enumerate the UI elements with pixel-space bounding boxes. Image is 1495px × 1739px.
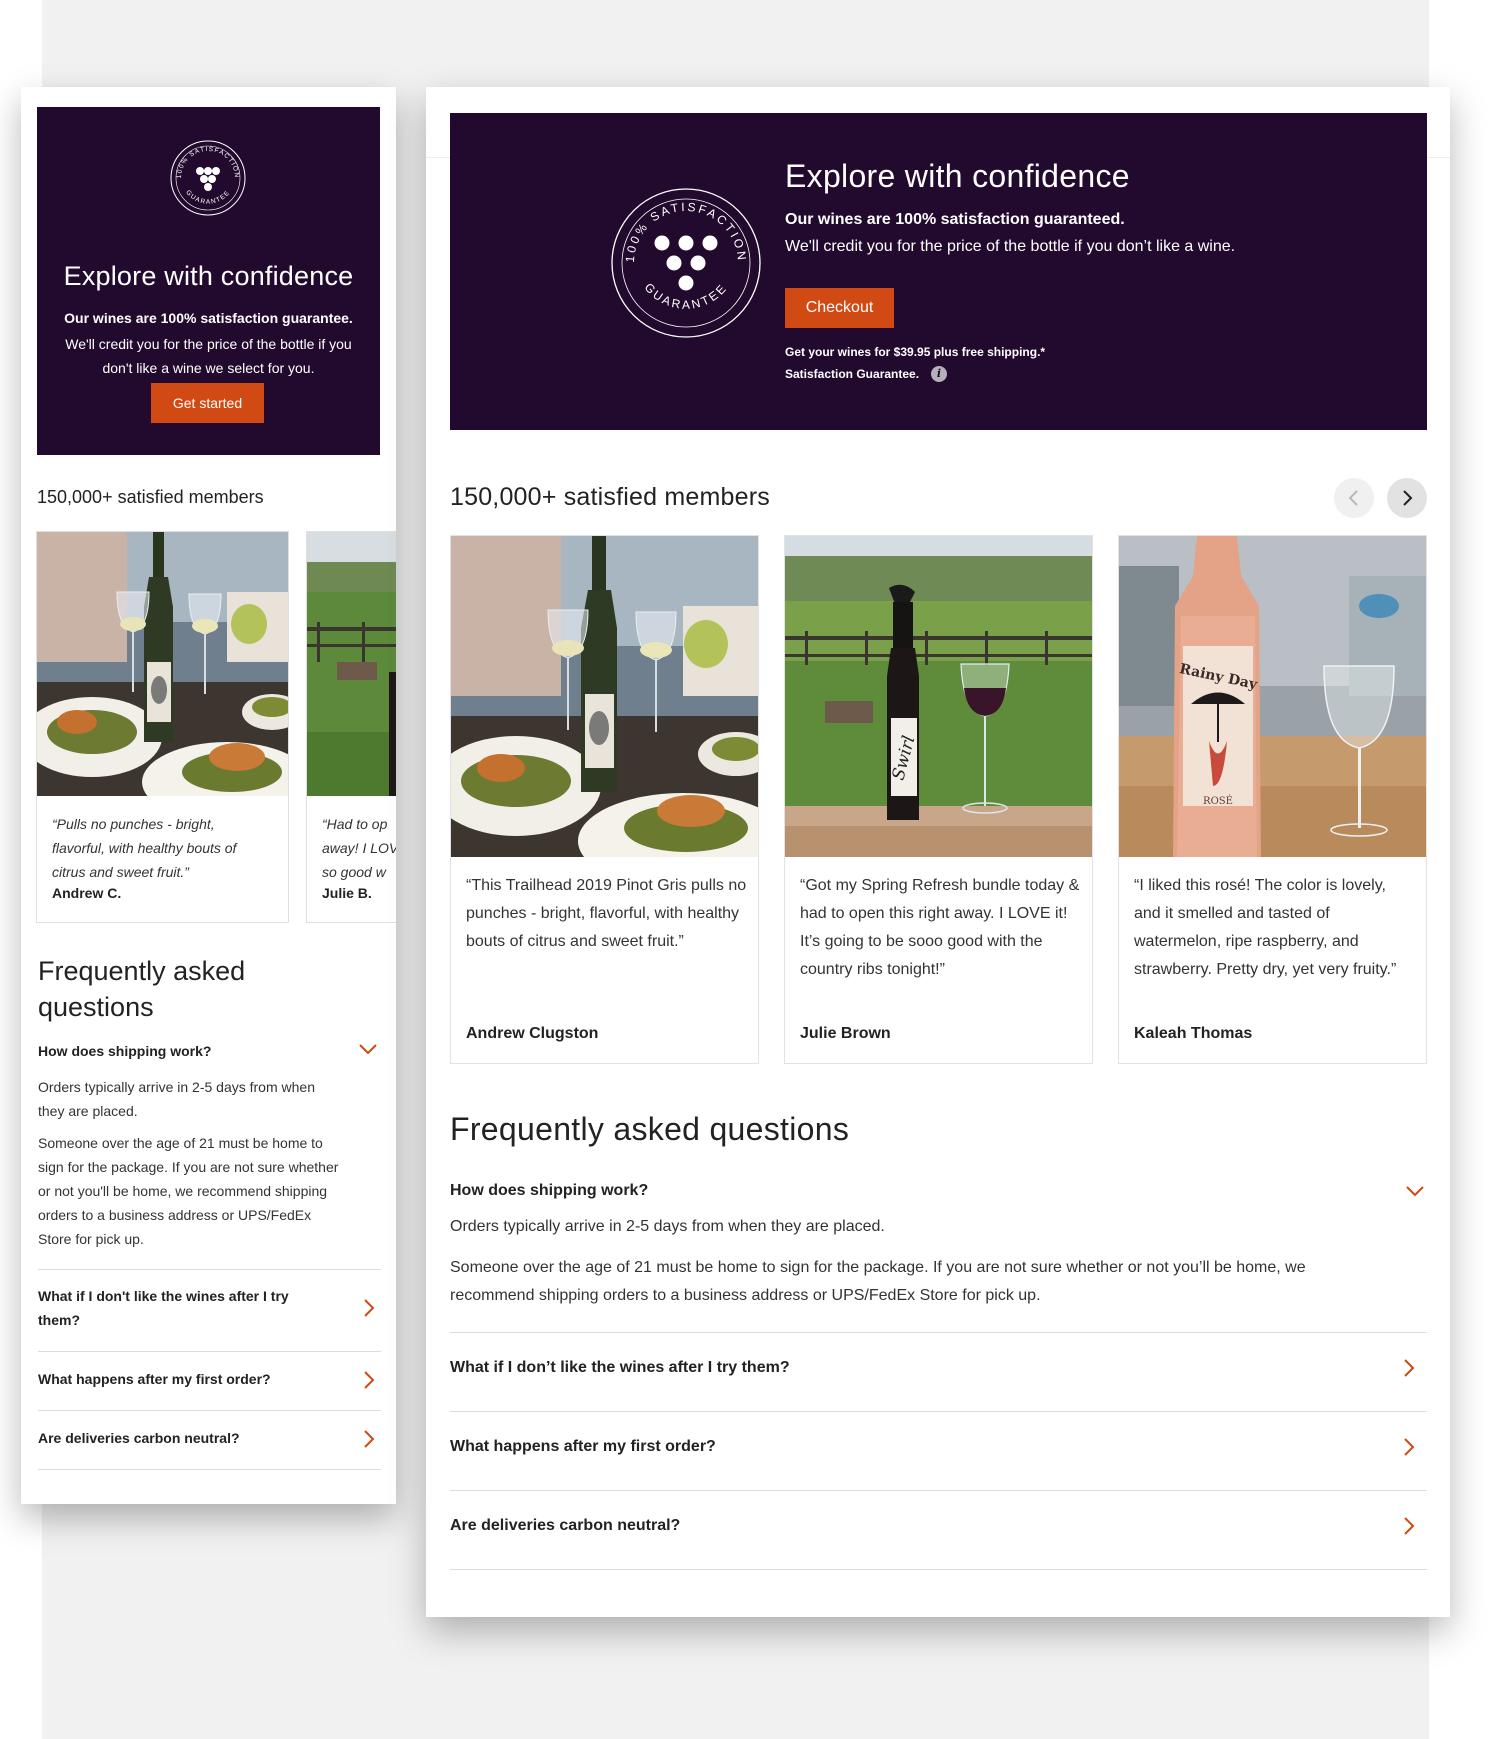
testimonial-quote: “Pulls no punches - bright, flavorful, w… — [52, 816, 237, 880]
testimonial-card[interactable]: Swirl “Got my Spring Refresh bundle toda… — [784, 535, 1093, 1064]
divider — [450, 1490, 1427, 1491]
faq-title: Frequently asked questions — [38, 956, 246, 1022]
carousel-next-button[interactable] — [1387, 478, 1427, 518]
testimonial-author: Andrew Clugston — [466, 1025, 599, 1042]
testimonial-author: Julie Brown — [800, 1025, 891, 1042]
chevron-left-icon — [1348, 490, 1358, 506]
testimonial-photo-dinner — [37, 532, 288, 796]
testimonial-card[interactable]: Rainy Day ROSÉ “I liked this rosé! The c… — [1118, 535, 1427, 1064]
testimonial-quote: “I liked this rosé! The color is lovely,… — [1134, 877, 1397, 978]
faq-item[interactable]: What if I don’t like the wines after I t… — [450, 1355, 1427, 1383]
divider — [450, 1569, 1427, 1570]
faq-item[interactable]: What if I don't like the wines after I t… — [38, 1284, 381, 1332]
desktop-view: 100% SATISFACTION GUARANTEE Explore with… — [426, 87, 1450, 1617]
satisfaction-seal-icon: 100% SATISFACTION GUARANTEE — [168, 138, 248, 218]
testimonial-card[interactable]: “Had to op away! I LOV so good w Julie B… — [306, 531, 396, 923]
hero-title: Explore with confidence — [785, 158, 1130, 194]
testimonial-photo-field — [307, 532, 396, 796]
faq-answer: Someone over the age of 21 must be home … — [450, 1259, 1306, 1304]
svg-text:100% SATISFACTION: 100% SATISFACTION — [623, 200, 749, 263]
testimonial-photo-dinner — [451, 536, 758, 857]
hero-body-text: We'll credit you for the price of the bo… — [65, 336, 352, 376]
faq-question: What if I don't like the wines after I t… — [38, 1288, 289, 1328]
faq-question-expanded[interactable]: How does shipping work? — [450, 1182, 648, 1200]
checkout-button[interactable]: Checkout — [785, 288, 894, 328]
chevron-right-icon — [363, 1370, 375, 1390]
divider — [38, 1269, 381, 1270]
faq-answer: Orders typically arrive in 2-5 days from… — [38, 1079, 315, 1119]
hero-body-text: We'll credit you for the price of the bo… — [785, 238, 1236, 255]
testimonial-author: Kaleah Thomas — [1134, 1025, 1253, 1042]
mobile-view: 100% SATISFACTION GUARANTEE Explore with… — [21, 87, 396, 1504]
chevron-right-icon — [1403, 1516, 1415, 1536]
members-heading: 150,000+ satisfied members — [450, 483, 770, 511]
seal-text-top: 100% SATISFACTION — [623, 200, 747, 263]
chevron-right-icon — [363, 1429, 375, 1449]
chevron-right-icon — [1403, 1358, 1415, 1378]
chevron-right-icon — [1403, 490, 1413, 506]
divider — [38, 1410, 381, 1411]
carousel-prev-button[interactable] — [1334, 478, 1374, 518]
hero-banner: 100% SATISFACTION GUARANTEE Explore with… — [450, 113, 1427, 430]
chevron-right-icon — [1403, 1437, 1415, 1457]
members-heading: 150,000+ satisfied members — [37, 487, 264, 507]
faq-item[interactable]: What happens after my first order? — [450, 1434, 1427, 1462]
testimonial-quote: “Got my Spring Refresh bundle today & ha… — [800, 877, 1080, 978]
hero-guarantee-text: Our wines are 100% satisfaction guarante… — [785, 211, 1125, 228]
seal-text-bottom: GUARANTEE — [184, 189, 230, 206]
testimonial-author: Andrew C. — [52, 885, 122, 901]
hero-title: Explore with confidence — [63, 261, 354, 291]
guarantee-note: Satisfaction Guarantee. — [785, 367, 920, 381]
testimonial-photo-field: Swirl — [785, 536, 1092, 857]
faq-question: Are deliveries carbon neutral? — [450, 1517, 681, 1534]
faq-item[interactable]: Are deliveries carbon neutral? — [38, 1426, 381, 1450]
price-note: Get your wines for $39.95 plus free ship… — [785, 345, 1046, 359]
divider — [38, 1469, 381, 1470]
chevron-down-icon[interactable] — [359, 1043, 377, 1055]
faq-question: Are deliveries carbon neutral? — [38, 1430, 240, 1446]
hero-banner: 100% SATISFACTION GUARANTEE Explore with… — [37, 107, 380, 455]
info-icon[interactable]: i — [931, 366, 947, 382]
testimonial-card[interactable]: “This Trailhead 2019 Pinot Gris pulls no… — [450, 535, 759, 1064]
testimonial-card[interactable]: “Pulls no punches - bright, flavorful, w… — [36, 531, 289, 923]
faq-question: What if I don’t like the wines after I t… — [450, 1359, 790, 1376]
divider — [38, 1351, 381, 1352]
divider — [450, 1411, 1427, 1412]
testimonial-quote: “This Trailhead 2019 Pinot Gris pulls no… — [466, 877, 747, 950]
testimonial-quote: “Had to op away! I LOV so good w — [322, 816, 396, 880]
testimonial-photo-rose: Rainy Day ROSÉ — [1119, 536, 1426, 857]
faq-title: Frequently asked questions — [450, 1111, 850, 1147]
faq-answer: Someone over the age of 21 must be home … — [38, 1135, 339, 1247]
faq-question: What happens after my first order? — [38, 1371, 271, 1387]
svg-text:GUARANTEE: GUARANTEE — [184, 189, 231, 206]
chevron-down-icon[interactable] — [1406, 1185, 1424, 1197]
faq-question: What happens after my first order? — [450, 1438, 716, 1455]
testimonial-author: Julie B. — [322, 885, 372, 901]
chevron-right-icon — [363, 1298, 375, 1318]
faq-item[interactable]: Are deliveries carbon neutral? — [450, 1513, 1427, 1541]
hero-guarantee-text: Our wines are 100% satisfaction guarante… — [64, 310, 353, 326]
divider — [450, 1332, 1427, 1333]
bottle-label-rose: ROSÉ — [1203, 795, 1233, 807]
faq-question-expanded[interactable]: How does shipping work? — [38, 1043, 211, 1059]
faq-item[interactable]: What happens after my first order? — [38, 1367, 381, 1391]
get-started-button[interactable]: Get started — [151, 383, 264, 423]
faq-answer: Orders typically arrive in 2-5 days from… — [450, 1218, 885, 1235]
satisfaction-seal-icon: 100% SATISFACTION GUARANTEE — [610, 187, 762, 339]
